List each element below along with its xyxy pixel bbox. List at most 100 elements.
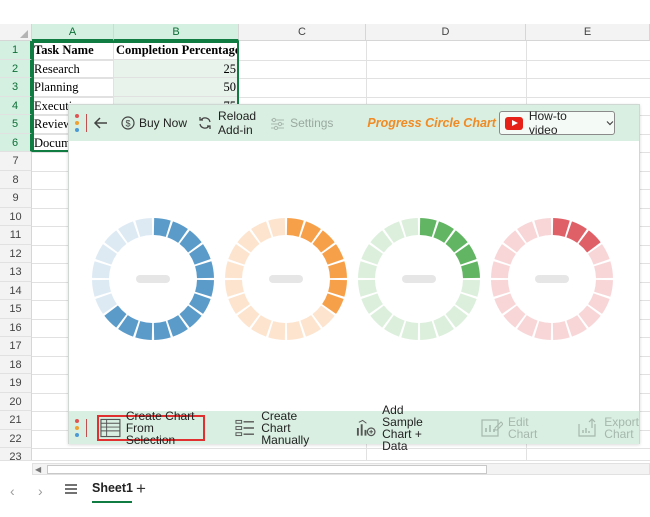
create-chart-manually-button[interactable]: Create Chart Manually — [235, 410, 326, 446]
dollar-icon: $ — [121, 116, 135, 130]
row-header-1[interactable]: 1 — [0, 41, 32, 60]
add-sample-chart-button[interactable]: Add Sample Chart + Data — [356, 404, 447, 452]
ring-segment — [153, 321, 171, 340]
export-line1: Export — [604, 414, 639, 429]
row-header-6[interactable]: 6 — [0, 133, 32, 152]
row-header-15[interactable]: 15 — [0, 300, 32, 319]
column-header-b[interactable]: B — [114, 24, 239, 41]
cell-a3[interactable]: Planning — [32, 78, 114, 97]
row-header-10[interactable]: 10 — [0, 207, 32, 226]
add-sheet-button[interactable]: + — [136, 479, 146, 499]
sheet-tab-sheet1[interactable]: Sheet1 — [92, 481, 133, 501]
ring-segment — [461, 261, 480, 279]
ring-segment — [534, 321, 552, 340]
next-sheet-icon[interactable]: › — [38, 483, 43, 499]
prev-sheet-icon[interactable]: ‹ — [10, 483, 15, 499]
ring-segment — [328, 279, 347, 297]
ring-segment — [153, 218, 171, 237]
row-header-17[interactable]: 17 — [0, 337, 32, 356]
ring-segment — [534, 218, 552, 237]
edit-chart-button[interactable]: Edit Chart — [481, 416, 537, 440]
progress-ring-2 — [225, 218, 347, 340]
row-header-8[interactable]: 8 — [0, 170, 32, 189]
sample-chart-icon — [357, 419, 376, 436]
cell-a2[interactable]: Research — [32, 59, 114, 78]
row-header-16[interactable]: 16 — [0, 318, 32, 337]
export-chart-button[interactable]: Export Chart — [577, 416, 639, 440]
svg-text:$: $ — [125, 119, 130, 129]
how-to-video-dropdown[interactable]: How-to video — [499, 109, 615, 137]
row-header-22[interactable]: 22 — [0, 429, 32, 448]
row-header-7[interactable]: 7 — [0, 152, 32, 171]
progress-ring-4 — [491, 218, 613, 340]
ring-segment — [286, 321, 304, 340]
list-edit-icon — [235, 419, 255, 436]
scroll-left-icon[interactable]: ◀ — [35, 465, 41, 474]
scrollbar-thumb[interactable] — [47, 465, 487, 474]
horizontal-scrollbar[interactable]: ◀ — [32, 463, 650, 475]
row-header-2[interactable]: 2 — [0, 59, 32, 78]
ring-segment — [419, 321, 437, 340]
chevron-down-icon — [606, 121, 614, 126]
reload-label-line1: Reload — [218, 109, 257, 123]
ring-segment — [268, 321, 286, 340]
all-sheets-menu-icon[interactable] — [64, 483, 78, 495]
row-header-18[interactable]: 18 — [0, 355, 32, 374]
row-header-21[interactable]: 21 — [0, 411, 32, 430]
row-header-11[interactable]: 11 — [0, 226, 32, 245]
export-chart-icon — [578, 417, 596, 437]
active-tab-underline — [92, 501, 132, 503]
ring-segment — [594, 261, 613, 279]
cell-b1[interactable]: Completion Percentage — [114, 41, 239, 60]
ring-segment — [552, 218, 570, 237]
youtube-icon — [505, 116, 523, 130]
ring-value-placeholder — [269, 275, 303, 283]
create-chart-from-selection-button[interactable]: Create Chart From Selection — [96, 410, 206, 446]
edit-line2: Chart — [507, 426, 538, 441]
row-header-12[interactable]: 12 — [0, 244, 32, 263]
addin-title: Progress Circle Chart — [367, 116, 496, 130]
ring-segment — [225, 261, 244, 279]
select-all-corner[interactable] — [0, 24, 32, 41]
edit-chart-icon — [481, 418, 503, 437]
ring-value-placeholder — [535, 275, 569, 283]
chart-preview-area — [92, 218, 613, 340]
reload-addin-button[interactable]: Reload Add-in — [197, 109, 256, 137]
row-header-20[interactable]: 20 — [0, 392, 32, 411]
row-header-19[interactable]: 19 — [0, 374, 32, 393]
row-header-9[interactable]: 9 — [0, 189, 32, 208]
create-manual-line1: Create Chart — [261, 408, 298, 435]
bottom-more-icon[interactable] — [75, 418, 79, 437]
column-header-c[interactable]: C — [239, 24, 366, 41]
row-header-13[interactable]: 13 — [0, 263, 32, 282]
ring-segment — [461, 279, 480, 297]
ring-segment — [92, 279, 111, 297]
row-header-4[interactable]: 4 — [0, 96, 32, 115]
ring-segment — [135, 218, 153, 237]
ring-segment — [491, 261, 510, 279]
create-selection-line2: From Selection — [125, 420, 176, 447]
add-sample-line1: Add Sample — [382, 402, 423, 429]
settings-button[interactable]: Settings — [270, 116, 333, 130]
column-header-a[interactable]: A — [32, 24, 114, 41]
back-arrow-icon[interactable] — [93, 115, 109, 131]
progress-ring-1 — [92, 218, 214, 340]
row-header-5[interactable]: 5 — [0, 115, 32, 134]
column-header-e[interactable]: E — [526, 24, 650, 41]
cell-b3[interactable]: 50 — [114, 78, 239, 97]
ring-segment — [195, 279, 214, 297]
cell-a1[interactable]: Task Name — [32, 41, 114, 60]
column-header-d[interactable]: D — [366, 24, 526, 41]
create-manual-line2: Manually — [261, 432, 310, 447]
row-header-3[interactable]: 3 — [0, 78, 32, 97]
how-to-video-label: How-to video — [528, 109, 567, 137]
buy-now-button[interactable]: $ Buy Now — [121, 116, 187, 130]
ring-segment — [195, 261, 214, 279]
progress-ring-3 — [358, 218, 480, 340]
row-header-14[interactable]: 14 — [0, 281, 32, 300]
cell-b2[interactable]: 25 — [114, 59, 239, 78]
export-line2: Chart — [604, 426, 634, 441]
create-selection-line1: Create Chart — [125, 408, 195, 423]
sliders-icon — [271, 117, 285, 130]
more-options-icon[interactable] — [75, 114, 79, 132]
